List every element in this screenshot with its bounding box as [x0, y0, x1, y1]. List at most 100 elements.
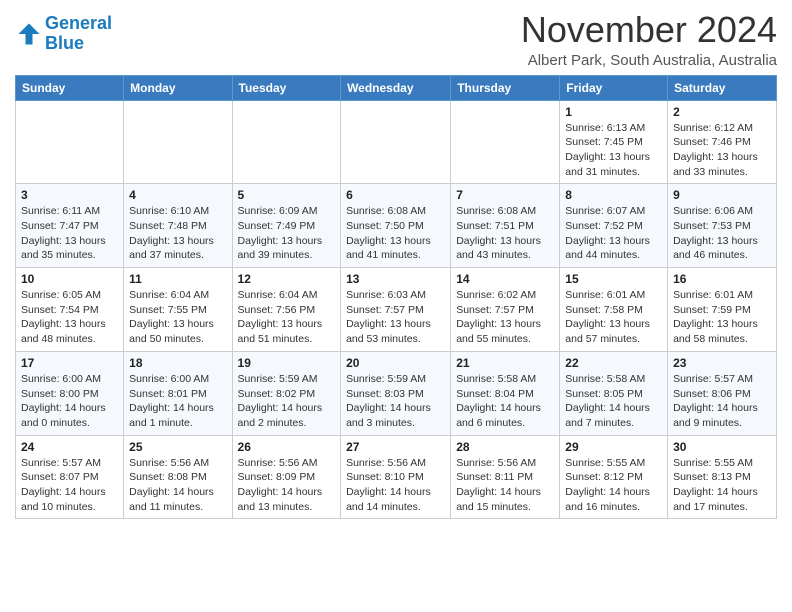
calendar-cell: 16 Sunrise: 6:01 AMSunset: 7:59 PMDayligh…	[668, 268, 777, 352]
day-number: 27	[346, 440, 445, 454]
day-info: Sunrise: 6:05 AMSunset: 7:54 PMDaylight:…	[21, 288, 118, 347]
day-info: Sunrise: 6:00 AMSunset: 8:01 PMDaylight:…	[129, 372, 226, 431]
week-row-0: 1 Sunrise: 6:13 AMSunset: 7:45 PMDaylight…	[16, 100, 777, 184]
day-number: 6	[346, 188, 445, 202]
logo: General Blue	[15, 14, 112, 54]
day-number: 29	[565, 440, 662, 454]
day-number: 21	[456, 356, 554, 370]
calendar-cell: 15 Sunrise: 6:01 AMSunset: 7:58 PMDayligh…	[560, 268, 668, 352]
logo-blue: Blue	[45, 33, 84, 53]
day-info: Sunrise: 5:55 AMSunset: 8:12 PMDaylight:…	[565, 456, 662, 515]
subtitle: Albert Park, South Australia, Australia	[521, 52, 777, 69]
calendar-cell: 12 Sunrise: 6:04 AMSunset: 7:56 PMDayligh…	[232, 268, 341, 352]
day-info: Sunrise: 6:01 AMSunset: 7:58 PMDaylight:…	[565, 288, 662, 347]
day-number: 5	[238, 188, 336, 202]
day-number: 2	[673, 105, 771, 119]
logo-general: General	[45, 13, 112, 33]
calendar-cell: 29 Sunrise: 5:55 AMSunset: 8:12 PMDayligh…	[560, 435, 668, 519]
day-number: 16	[673, 272, 771, 286]
weekday-sunday: Sunday	[16, 75, 124, 100]
day-info: Sunrise: 5:57 AMSunset: 8:07 PMDaylight:…	[21, 456, 118, 515]
weekday-friday: Friday	[560, 75, 668, 100]
week-row-2: 10Sunrise: 6:05 AMSunset: 7:54 PMDayligh…	[16, 268, 777, 352]
weekday-header-row: SundayMondayTuesdayWednesdayThursdayFrid…	[16, 75, 777, 100]
calendar-cell: 17Sunrise: 6:00 AMSunset: 8:00 PMDayligh…	[16, 351, 124, 435]
calendar-cell: 4 Sunrise: 6:10 AMSunset: 7:48 PMDaylight…	[124, 184, 232, 268]
day-info: Sunrise: 5:55 AMSunset: 8:13 PMDaylight:…	[673, 456, 771, 515]
day-number: 18	[129, 356, 226, 370]
day-number: 4	[129, 188, 226, 202]
day-number: 15	[565, 272, 662, 286]
day-number: 8	[565, 188, 662, 202]
weekday-monday: Monday	[124, 75, 232, 100]
calendar-cell: 14Sunrise: 6:02 AMSunset: 7:57 PMDayligh…	[451, 268, 560, 352]
day-number: 7	[456, 188, 554, 202]
day-info: Sunrise: 5:57 AMSunset: 8:06 PMDaylight:…	[673, 372, 771, 431]
day-number: 24	[21, 440, 118, 454]
calendar-cell	[124, 100, 232, 184]
calendar-cell: 26 Sunrise: 5:56 AMSunset: 8:09 PMDayligh…	[232, 435, 341, 519]
day-number: 25	[129, 440, 226, 454]
calendar-cell: 19Sunrise: 5:59 AMSunset: 8:02 PMDayligh…	[232, 351, 341, 435]
day-info: Sunrise: 6:01 AMSunset: 7:59 PMDaylight:…	[673, 288, 771, 347]
day-number: 26	[238, 440, 336, 454]
day-info: Sunrise: 6:10 AMSunset: 7:48 PMDaylight:…	[129, 204, 226, 263]
calendar-cell: 2Sunrise: 6:12 AMSunset: 7:46 PMDaylight…	[668, 100, 777, 184]
title-block: November 2024 Albert Park, South Austral…	[521, 10, 777, 69]
day-info: Sunrise: 6:04 AMSunset: 7:55 PMDaylight:…	[129, 288, 226, 347]
calendar-cell: 25 Sunrise: 5:56 AMSunset: 8:08 PMDayligh…	[124, 435, 232, 519]
calendar-cell: 28Sunrise: 5:56 AMSunset: 8:11 PMDayligh…	[451, 435, 560, 519]
calendar-cell: 30 Sunrise: 5:55 AMSunset: 8:13 PMDayligh…	[668, 435, 777, 519]
day-number: 13	[346, 272, 445, 286]
day-info: Sunrise: 5:56 AMSunset: 8:08 PMDaylight:…	[129, 456, 226, 515]
calendar-cell	[232, 100, 341, 184]
day-info: Sunrise: 5:58 AMSunset: 8:04 PMDaylight:…	[456, 372, 554, 431]
calendar: SundayMondayTuesdayWednesdayThursdayFrid…	[15, 75, 777, 520]
day-info: Sunrise: 6:08 AMSunset: 7:50 PMDaylight:…	[346, 204, 445, 263]
calendar-cell: 1 Sunrise: 6:13 AMSunset: 7:45 PMDaylight…	[560, 100, 668, 184]
calendar-cell: 21 Sunrise: 5:58 AMSunset: 8:04 PMDayligh…	[451, 351, 560, 435]
day-number: 11	[129, 272, 226, 286]
day-number: 28	[456, 440, 554, 454]
day-number: 23	[673, 356, 771, 370]
day-info: Sunrise: 6:04 AMSunset: 7:56 PMDaylight:…	[238, 288, 336, 347]
weekday-wednesday: Wednesday	[341, 75, 451, 100]
calendar-cell: 9Sunrise: 6:06 AMSunset: 7:53 PMDaylight…	[668, 184, 777, 268]
calendar-cell: 27 Sunrise: 5:56 AMSunset: 8:10 PMDayligh…	[341, 435, 451, 519]
day-info: Sunrise: 6:02 AMSunset: 7:57 PMDaylight:…	[456, 288, 554, 347]
calendar-cell: 7 Sunrise: 6:08 AMSunset: 7:51 PMDaylight…	[451, 184, 560, 268]
calendar-cell	[341, 100, 451, 184]
day-number: 12	[238, 272, 336, 286]
day-info: Sunrise: 6:00 AMSunset: 8:00 PMDaylight:…	[21, 372, 118, 431]
calendar-cell: 18 Sunrise: 6:00 AMSunset: 8:01 PMDayligh…	[124, 351, 232, 435]
day-number: 3	[21, 188, 118, 202]
calendar-cell	[16, 100, 124, 184]
day-info: Sunrise: 6:07 AMSunset: 7:52 PMDaylight:…	[565, 204, 662, 263]
calendar-cell: 20 Sunrise: 5:59 AMSunset: 8:03 PMDayligh…	[341, 351, 451, 435]
day-number: 22	[565, 356, 662, 370]
day-info: Sunrise: 6:13 AMSunset: 7:45 PMDaylight:…	[565, 121, 662, 180]
day-number: 1	[565, 105, 662, 119]
calendar-cell: 6 Sunrise: 6:08 AMSunset: 7:50 PMDaylight…	[341, 184, 451, 268]
day-number: 19	[238, 356, 336, 370]
header: General Blue November 2024 Albert Park, …	[15, 10, 777, 69]
logo-icon	[15, 20, 43, 48]
week-row-4: 24 Sunrise: 5:57 AMSunset: 8:07 PMDayligh…	[16, 435, 777, 519]
day-number: 20	[346, 356, 445, 370]
day-info: Sunrise: 6:08 AMSunset: 7:51 PMDaylight:…	[456, 204, 554, 263]
day-info: Sunrise: 6:09 AMSunset: 7:49 PMDaylight:…	[238, 204, 336, 263]
calendar-cell: 11 Sunrise: 6:04 AMSunset: 7:55 PMDayligh…	[124, 268, 232, 352]
calendar-cell: 13 Sunrise: 6:03 AMSunset: 7:57 PMDayligh…	[341, 268, 451, 352]
weekday-thursday: Thursday	[451, 75, 560, 100]
weekday-saturday: Saturday	[668, 75, 777, 100]
day-info: Sunrise: 5:56 AMSunset: 8:10 PMDaylight:…	[346, 456, 445, 515]
day-info: Sunrise: 5:56 AMSunset: 8:09 PMDaylight:…	[238, 456, 336, 515]
day-info: Sunrise: 6:11 AMSunset: 7:47 PMDaylight:…	[21, 204, 118, 263]
day-info: Sunrise: 6:03 AMSunset: 7:57 PMDaylight:…	[346, 288, 445, 347]
day-info: Sunrise: 5:58 AMSunset: 8:05 PMDaylight:…	[565, 372, 662, 431]
calendar-cell: 24 Sunrise: 5:57 AMSunset: 8:07 PMDayligh…	[16, 435, 124, 519]
day-number: 30	[673, 440, 771, 454]
day-info: Sunrise: 6:06 AMSunset: 7:53 PMDaylight:…	[673, 204, 771, 263]
weekday-tuesday: Tuesday	[232, 75, 341, 100]
day-info: Sunrise: 5:59 AMSunset: 8:03 PMDaylight:…	[346, 372, 445, 431]
